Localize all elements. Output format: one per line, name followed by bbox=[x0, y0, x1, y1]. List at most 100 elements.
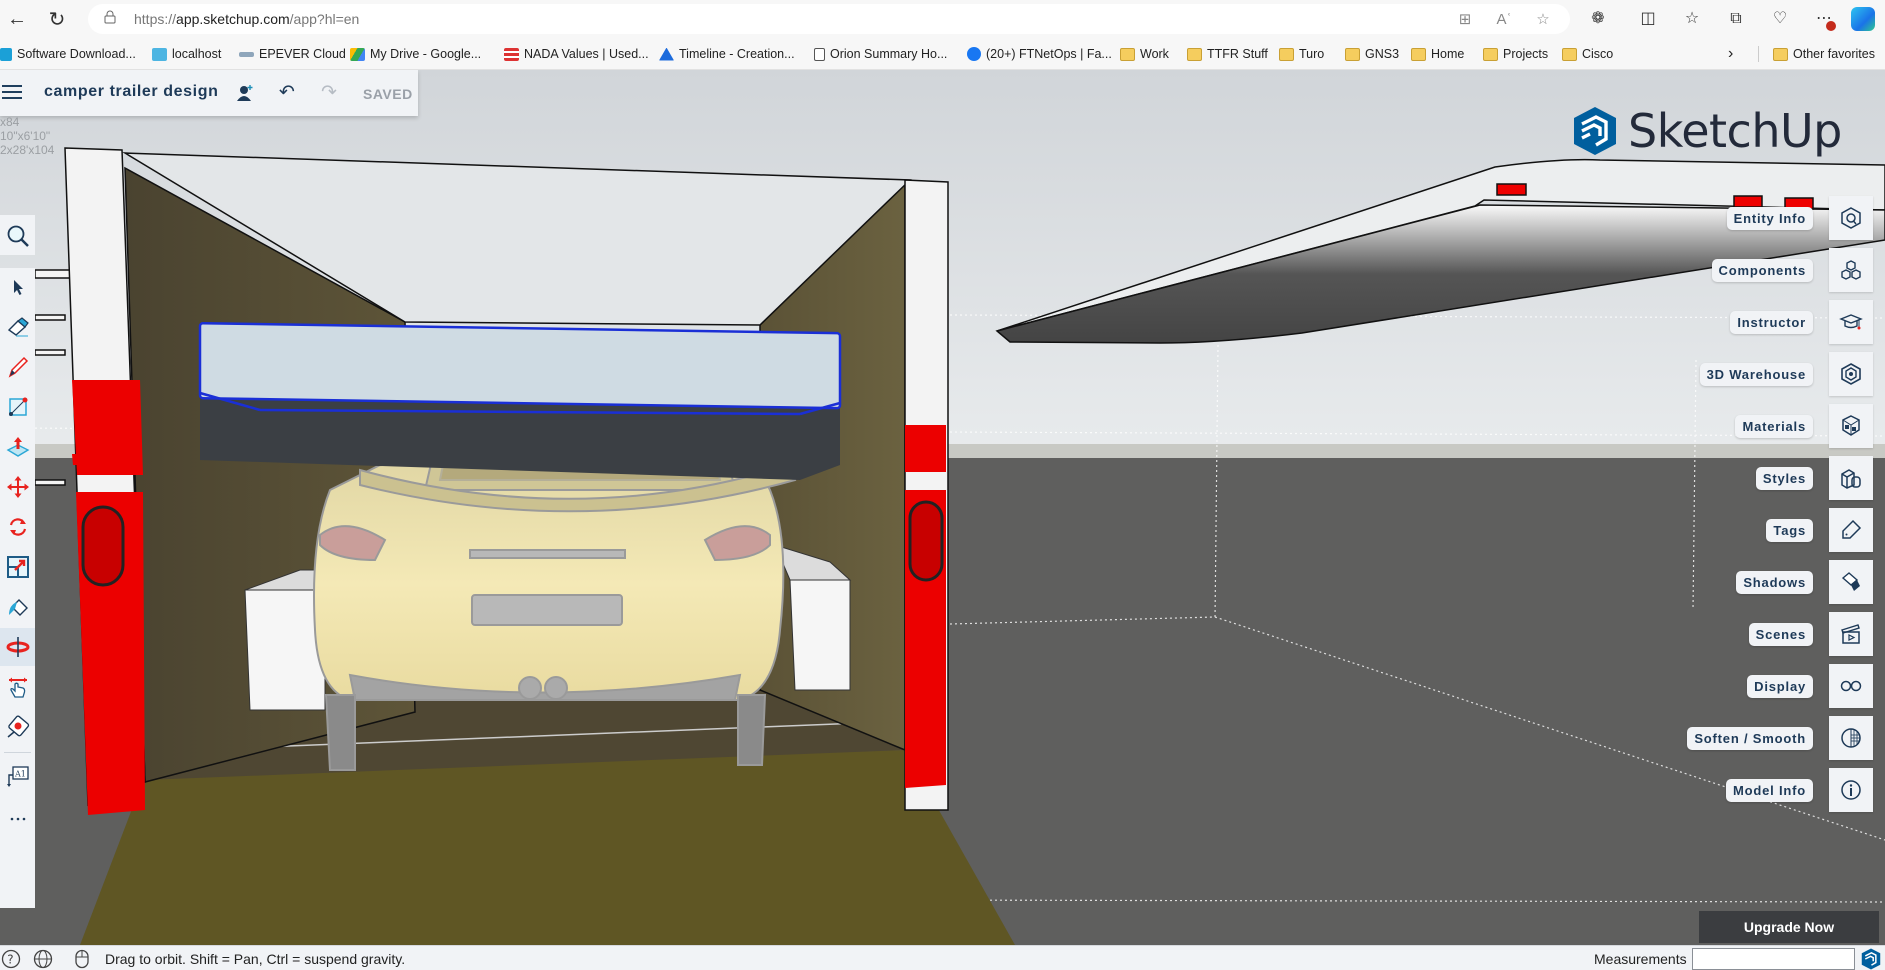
info-icon[interactable] bbox=[1829, 768, 1873, 812]
file-title[interactable]: camper trailer design bbox=[44, 83, 218, 101]
bookmark-folder[interactable]: TTFR Stuff bbox=[1187, 45, 1268, 63]
tool-more[interactable] bbox=[0, 798, 35, 836]
tool-select[interactable] bbox=[0, 268, 35, 306]
panel-components[interactable]: Components bbox=[1711, 248, 1873, 292]
panel-label[interactable]: Soften / Smooth bbox=[1687, 726, 1813, 750]
add-collaborator-icon[interactable] bbox=[236, 84, 254, 102]
tool-scale[interactable] bbox=[0, 548, 35, 586]
bookmark-item[interactable]: EPEVER Cloud bbox=[239, 45, 346, 63]
panel-3d-warehouse[interactable]: 3D Warehouse bbox=[1699, 352, 1873, 396]
bookmark-folder[interactable]: Work bbox=[1120, 45, 1169, 63]
tool-line[interactable] bbox=[0, 348, 35, 386]
orbit-icon bbox=[6, 637, 29, 657]
bookmark-item[interactable]: My Drive - Google... bbox=[350, 45, 481, 63]
sketchup-logo-icon bbox=[1574, 107, 1616, 155]
refresh-icon[interactable]: ↻ bbox=[44, 6, 70, 32]
url-text[interactable]: https://app.sketchup.com/app?hl=en bbox=[134, 11, 359, 27]
bookmark-folder[interactable]: Home bbox=[1411, 45, 1464, 63]
tool-push-pull[interactable] bbox=[0, 428, 35, 466]
shadows-icon[interactable] bbox=[1829, 560, 1873, 604]
entity-info-icon[interactable] bbox=[1829, 196, 1873, 240]
search-tool-button[interactable] bbox=[0, 215, 35, 255]
tool-tape-measure[interactable] bbox=[0, 708, 35, 746]
panel-instructor[interactable]: Instructor bbox=[1730, 300, 1873, 344]
3d-viewport[interactable]: camper trailer design ↶ ↷ SAVED x84 10"x… bbox=[0, 70, 1885, 945]
undo-icon[interactable]: ↶ bbox=[279, 83, 299, 103]
favorite-star-icon[interactable]: ☆ bbox=[1533, 10, 1553, 30]
tool-move[interactable] bbox=[0, 468, 35, 506]
browser-essentials-icon[interactable]: ♡ bbox=[1768, 7, 1792, 31]
globe-icon[interactable] bbox=[33, 949, 53, 969]
bookmark-item[interactable]: NADA Values | Used... bbox=[504, 45, 649, 63]
bookmark-folder[interactable]: Projects bbox=[1483, 45, 1548, 63]
copilot-icon[interactable] bbox=[1851, 7, 1875, 31]
styles-icon[interactable] bbox=[1829, 456, 1873, 500]
scenes-icon[interactable] bbox=[1829, 612, 1873, 656]
model-scene[interactable] bbox=[0, 70, 1885, 945]
mouse-icon[interactable] bbox=[72, 949, 92, 969]
panel-label[interactable]: Entity Info bbox=[1726, 206, 1813, 230]
panel-label[interactable]: Instructor bbox=[1730, 310, 1813, 334]
materials-icon[interactable] bbox=[1829, 404, 1873, 448]
tag-icon[interactable] bbox=[1829, 508, 1873, 552]
tool-eraser[interactable] bbox=[0, 308, 35, 346]
bookmark-item[interactable]: (20+) FTNetOps | Fa... bbox=[967, 45, 1112, 63]
tool-rectangle[interactable] bbox=[0, 388, 35, 426]
panel-display[interactable]: Display bbox=[1747, 664, 1873, 708]
tool-paint-bucket[interactable] bbox=[0, 588, 35, 626]
panel-label[interactable]: Tags bbox=[1766, 518, 1813, 542]
warehouse-icon[interactable] bbox=[1829, 352, 1873, 396]
glasses-icon[interactable] bbox=[1829, 664, 1873, 708]
panel-label[interactable]: Model Info bbox=[1726, 778, 1813, 802]
soften-icon[interactable] bbox=[1829, 716, 1873, 760]
panel-label[interactable]: 3D Warehouse bbox=[1699, 362, 1813, 386]
tool-rotate[interactable] bbox=[0, 508, 35, 546]
instructor-icon[interactable] bbox=[1829, 300, 1873, 344]
help-icon[interactable]: ? bbox=[1, 949, 21, 969]
measurements-input[interactable] bbox=[1692, 948, 1855, 970]
panel-model-info[interactable]: Model Info bbox=[1726, 768, 1873, 812]
rectangle-icon bbox=[8, 397, 27, 416]
upgrade-now-button[interactable]: Upgrade Now bbox=[1699, 911, 1879, 943]
redo-icon[interactable]: ↷ bbox=[321, 83, 341, 103]
extensions-icon[interactable]: ❁ bbox=[1586, 7, 1610, 31]
more-icon[interactable]: ⋯ bbox=[1812, 7, 1836, 31]
hamburger-menu-icon[interactable] bbox=[2, 85, 22, 100]
panel-entity-info[interactable]: Entity Info bbox=[1726, 196, 1873, 240]
collections-icon[interactable]: ⧉ bbox=[1724, 7, 1748, 31]
bookmarks-overflow-chevron-icon[interactable]: › bbox=[1728, 45, 1733, 63]
bookmark-item[interactable]: Timeline - Creation... bbox=[659, 45, 795, 63]
panel-label[interactable]: Styles bbox=[1755, 466, 1813, 490]
panel-shadows[interactable]: Shadows bbox=[1736, 560, 1873, 604]
bookmark-item[interactable]: Orion Summary Ho... bbox=[814, 45, 947, 63]
panel-tags[interactable]: Tags bbox=[1766, 508, 1873, 552]
other-favorites-folder[interactable]: Other favorites bbox=[1773, 45, 1875, 63]
read-aloud-icon[interactable]: Aʿ bbox=[1494, 10, 1514, 30]
bookmark-item[interactable]: localhost bbox=[152, 45, 221, 63]
tool-orbit[interactable] bbox=[0, 628, 35, 666]
bookmark-folder[interactable]: GNS3 bbox=[1345, 45, 1399, 63]
tool-text[interactable]: A1 bbox=[0, 758, 35, 796]
folder-icon bbox=[1411, 47, 1426, 61]
split-screen-icon[interactable]: ◫ bbox=[1636, 7, 1660, 31]
app-available-icon[interactable]: ⊞ bbox=[1455, 10, 1475, 30]
back-icon[interactable]: ← bbox=[4, 6, 30, 32]
panel-materials[interactable]: Materials bbox=[1735, 404, 1873, 448]
favorites-icon[interactable]: ☆ bbox=[1680, 7, 1704, 31]
tool-pan[interactable] bbox=[0, 668, 35, 706]
lock-icon[interactable] bbox=[104, 10, 116, 24]
panel-scenes[interactable]: Scenes bbox=[1748, 612, 1873, 656]
bookmark-item[interactable]: Software Download... bbox=[0, 45, 136, 63]
panel-label[interactable]: Components bbox=[1711, 258, 1813, 282]
panel-label[interactable]: Display bbox=[1747, 674, 1813, 698]
components-icon[interactable] bbox=[1829, 248, 1873, 292]
panel-label[interactable]: Materials bbox=[1735, 414, 1813, 438]
address-bar[interactable]: https://app.sketchup.com/app?hl=en ⊞ Aʿ … bbox=[88, 4, 1570, 34]
bookmark-folder[interactable]: Turo bbox=[1279, 45, 1324, 63]
panel-label[interactable]: Scenes bbox=[1748, 622, 1813, 646]
panel-soften-smooth[interactable]: Soften / Smooth bbox=[1687, 716, 1873, 760]
bookmark-folder[interactable]: Cisco bbox=[1562, 45, 1613, 63]
panel-label[interactable]: Shadows bbox=[1736, 570, 1813, 594]
panel-styles[interactable]: Styles bbox=[1755, 456, 1873, 500]
selected-block[interactable] bbox=[198, 321, 842, 480]
